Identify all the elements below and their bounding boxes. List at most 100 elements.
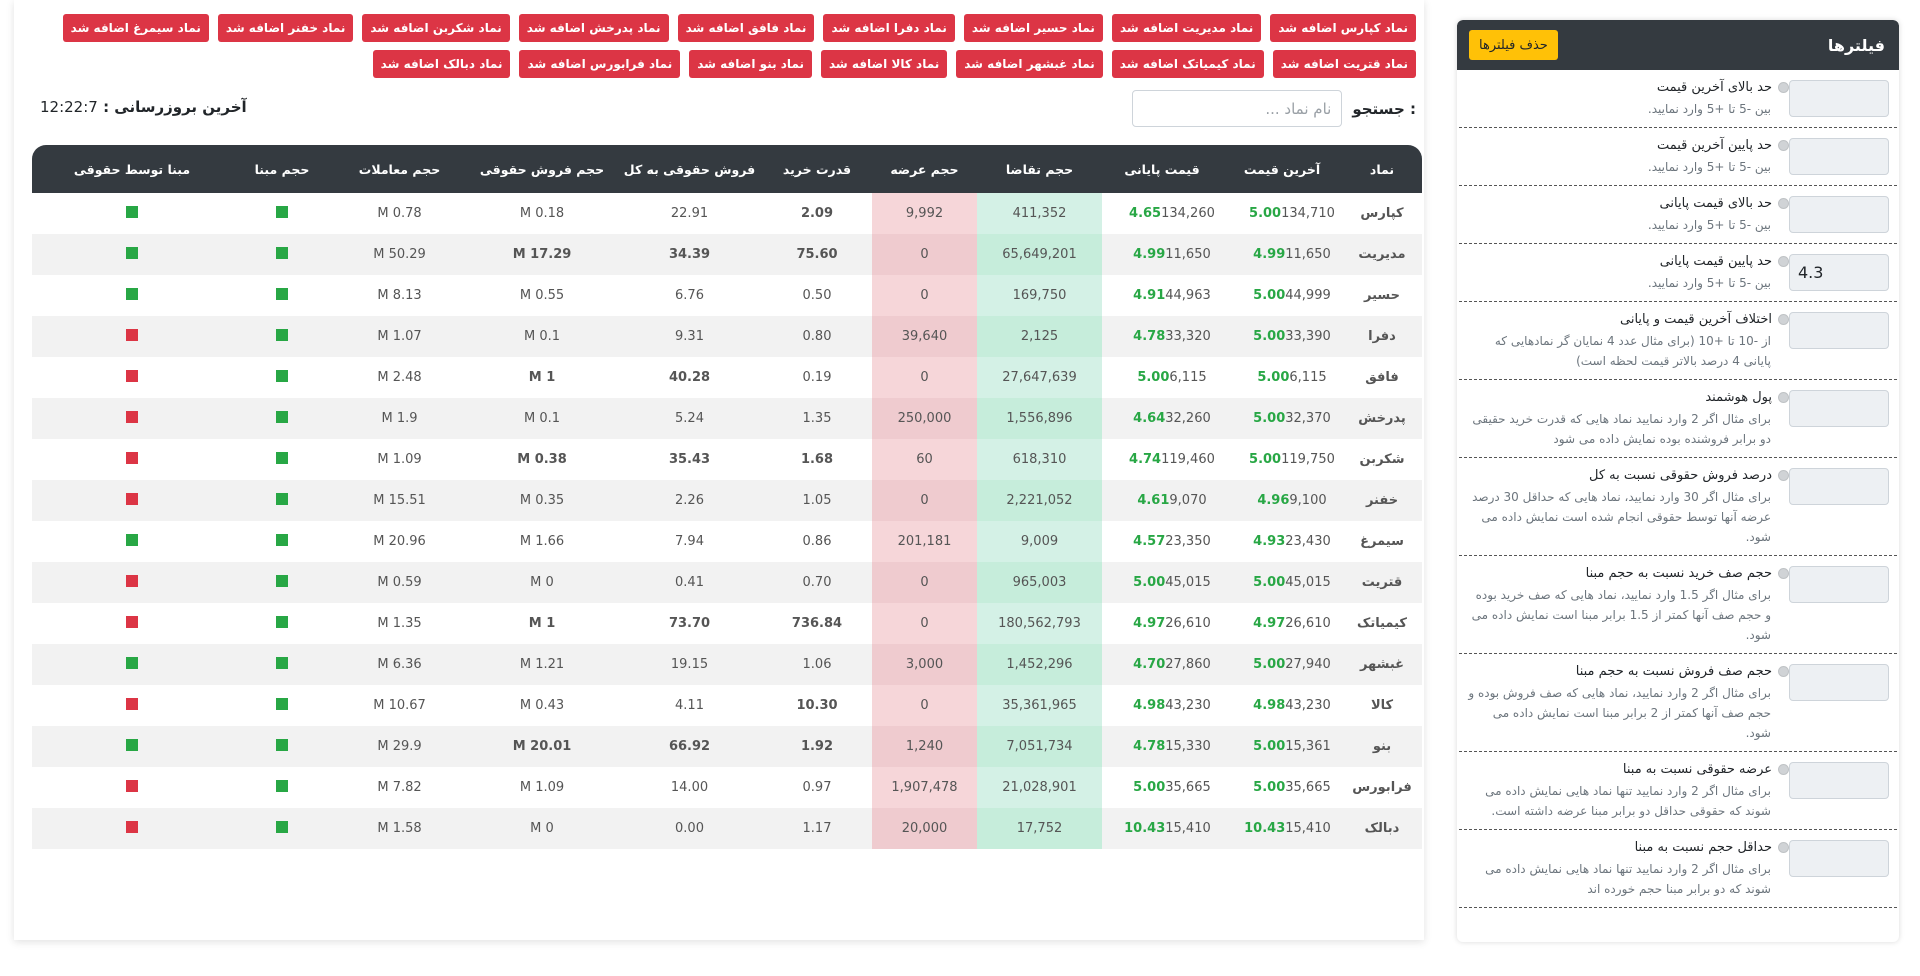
table-row[interactable]: دفرا 33,3905.00 33,3204.78 2,125 39,640 0.80 9… — [32, 316, 1422, 357]
table-row[interactable]: شکربن 119,7505.00 119,4604.74 618,310 60 1.68… — [32, 439, 1422, 480]
added-symbol-badge: نماد دفرا اضافه شد — [823, 14, 955, 42]
added-symbol-badge: نماد پدرخش اضافه شد — [518, 14, 669, 42]
filter-input[interactable] — [1789, 138, 1889, 175]
cell-volume: 0.59 M — [332, 562, 467, 603]
filter-input[interactable] — [1789, 390, 1889, 427]
last-update: آخرین بروزرسانی : 12:22:7 — [40, 98, 247, 116]
cell-symbol[interactable]: غبشهر — [1342, 644, 1422, 685]
col-close-price[interactable]: قیمت پایانی — [1102, 145, 1222, 193]
search-input[interactable] — [1132, 90, 1343, 127]
last-price-value: 43,230 — [1285, 698, 1331, 713]
cell-legal-sell-volume: 0 M — [467, 562, 617, 603]
added-symbol-badge: نماد کیمیاتک اضافه شد — [1111, 50, 1264, 78]
filter-title-label: پول هوشمند — [1705, 390, 1772, 405]
last-price-percent: 5.00 — [1249, 452, 1282, 467]
filter-input[interactable] — [1789, 762, 1889, 799]
cell-symbol[interactable]: قتریت — [1342, 562, 1422, 603]
cell-symbol[interactable]: بنو — [1342, 726, 1422, 767]
table-row[interactable]: بنو 15,3615.00 15,3304.78 7,051,734 1,240 1.9… — [32, 726, 1422, 767]
filter-input[interactable] — [1789, 254, 1889, 291]
close-price-percent: 4.91 — [1133, 288, 1166, 303]
cell-legal-sell-volume: 20.01 M — [467, 726, 617, 767]
col-legal-sell-volume[interactable]: حجم فروش حقوقی — [467, 145, 617, 193]
cell-volume: 50.29 M — [332, 234, 467, 275]
col-supply[interactable]: حجم عرضه — [872, 145, 977, 193]
cell-symbol[interactable]: شکربن — [1342, 439, 1422, 480]
cell-legal-sell-volume: 0.43 M — [519, 698, 565, 713]
filter-input[interactable] — [1789, 468, 1889, 505]
cell-symbol[interactable]: فرابورس — [1342, 767, 1422, 808]
col-demand[interactable]: حجم تقاضا — [977, 145, 1102, 193]
cell-symbol[interactable]: پدرخش — [1342, 398, 1422, 439]
cell-base-volume — [232, 234, 332, 275]
filter-input[interactable] — [1789, 196, 1889, 233]
table-row[interactable]: حسیر 44,9995.00 44,9634.91 169,750 0 0.50 6.76… — [32, 275, 1422, 316]
cell-symbol[interactable]: فافق — [1342, 357, 1422, 398]
col-base-by-legal[interactable]: مبنا توسط حقوقی — [32, 145, 232, 193]
filter-item: درصد فروش حقوقی نسبت به کل برای مثال اگر … — [1459, 458, 1897, 556]
last-price-percent: 4.99 — [1253, 247, 1286, 262]
table-row[interactable]: قتریت 45,0155.00 45,0155.00 965,003 0 0.70 0.4… — [32, 562, 1422, 603]
added-symbol-badge: نماد شکربن اضافه شد — [362, 14, 510, 42]
cell-symbol[interactable]: دفرا — [1342, 316, 1422, 357]
cell-legal-sell-volume: 1 M — [528, 370, 556, 385]
filter-dot-icon — [1778, 568, 1789, 579]
close-price-value: 32,260 — [1165, 411, 1211, 426]
cell-symbol[interactable]: مدیریت — [1342, 234, 1422, 275]
table-row[interactable]: کالا 43,2304.98 43,2304.98 35,361,965 0 10.30… — [32, 685, 1422, 726]
table-row[interactable]: خفنر 9,1004.96 9,0704.61 2,221,052 0 1.05 2.26… — [32, 480, 1422, 521]
last-price-percent: 5.00 — [1253, 575, 1286, 590]
cell-close-price: 26,6104.97 — [1102, 603, 1222, 644]
cell-symbol[interactable]: سیمرغ — [1342, 521, 1422, 562]
filter-text: درصد فروش حقوقی نسبت به کل برای مثال اگر … — [1467, 468, 1789, 547]
cell-symbol[interactable]: کپارس — [1342, 193, 1422, 234]
filter-title: حجم صف خرید نسبت به حجم مبنا — [1467, 566, 1789, 581]
cell-legal-sell-volume: 1.66 M — [519, 534, 565, 549]
cell-demand: 21,028,901 — [977, 767, 1102, 808]
cell-base-by-legal — [32, 193, 232, 234]
filter-input[interactable] — [1789, 664, 1889, 701]
cell-symbol[interactable]: کیمیاتک — [1342, 603, 1422, 644]
filter-text: حد پایین قیمت پایانی بین -5 تا +5 وارد نم… — [1467, 254, 1789, 293]
table-row[interactable]: غبشهر 27,9405.00 27,8604.70 1,452,296 3,000 1… — [32, 644, 1422, 685]
cell-symbol[interactable]: کالا — [1342, 685, 1422, 726]
table-row[interactable]: کیمیاتک 26,6104.97 26,6104.97 180,562,793 0 7… — [32, 603, 1422, 644]
table-row[interactable]: فافق 6,1155.00 6,1155.00 27,647,639 0 0.19 40.… — [32, 357, 1422, 398]
cell-base-volume — [232, 439, 332, 480]
clear-filters-button[interactable]: حذف فیلترها — [1469, 30, 1558, 60]
col-last-price[interactable]: آخرین قیمت — [1222, 145, 1342, 193]
filter-input[interactable] — [1789, 80, 1889, 117]
col-volume[interactable]: حجم معاملات — [332, 145, 467, 193]
cell-supply: 39,640 — [872, 316, 977, 357]
base-legal-status-icon — [126, 287, 138, 300]
table-row[interactable]: کپارس 134,7105.00 134,2604.65 411,352 9,992 2… — [32, 193, 1422, 234]
table-row[interactable]: دبالک 15,41010.43 15,41010.43 17,752 20,000 1… — [32, 808, 1422, 849]
filter-dot-icon — [1778, 666, 1789, 677]
filter-input[interactable] — [1789, 312, 1889, 349]
filter-text: حداقل حجم نسبت به مبنا برای مثال اگر 2 وا… — [1467, 840, 1789, 899]
cell-base-by-legal — [32, 480, 232, 521]
col-buy-power[interactable]: قدرت خرید — [762, 145, 872, 193]
filter-input[interactable] — [1789, 840, 1889, 877]
last-price-value: 23,430 — [1285, 534, 1331, 549]
filter-input[interactable] — [1789, 566, 1889, 603]
col-base-volume[interactable]: حجم مبنا — [232, 145, 332, 193]
cell-buy-power: 0.80 — [762, 316, 872, 357]
table-row[interactable]: مدیریت 11,6504.99 11,6504.99 65,649,201 0 75.… — [32, 234, 1422, 275]
filter-dot-icon — [1778, 842, 1789, 853]
table-row[interactable]: سیمرغ 23,4304.93 23,3504.57 9,009 201,181 0.8… — [32, 521, 1422, 562]
cell-legal-sell-volume: 0 M — [467, 808, 617, 849]
last-price-value: 15,410 — [1285, 821, 1331, 836]
table-row[interactable]: فرابورس 35,6655.00 35,6655.00 21,028,901 1,9… — [32, 767, 1422, 808]
last-price-value: 32,370 — [1285, 411, 1331, 426]
col-symbol[interactable]: نماد — [1342, 145, 1422, 193]
cell-symbol[interactable]: خفنر — [1342, 480, 1422, 521]
cell-volume: 1.35 M — [377, 616, 422, 631]
cell-symbol[interactable]: حسیر — [1342, 275, 1422, 316]
cell-volume: 15.51 M — [332, 480, 467, 521]
cell-buy-power: 1.92 — [762, 726, 872, 767]
table-row[interactable]: پدرخش 32,3705.00 32,2604.64 1,556,896 250,00… — [32, 398, 1422, 439]
cell-demand: 180,562,793 — [977, 603, 1102, 644]
cell-symbol[interactable]: دبالک — [1342, 808, 1422, 849]
col-legal-ratio[interactable]: فروش حقوقی به کل — [617, 145, 762, 193]
